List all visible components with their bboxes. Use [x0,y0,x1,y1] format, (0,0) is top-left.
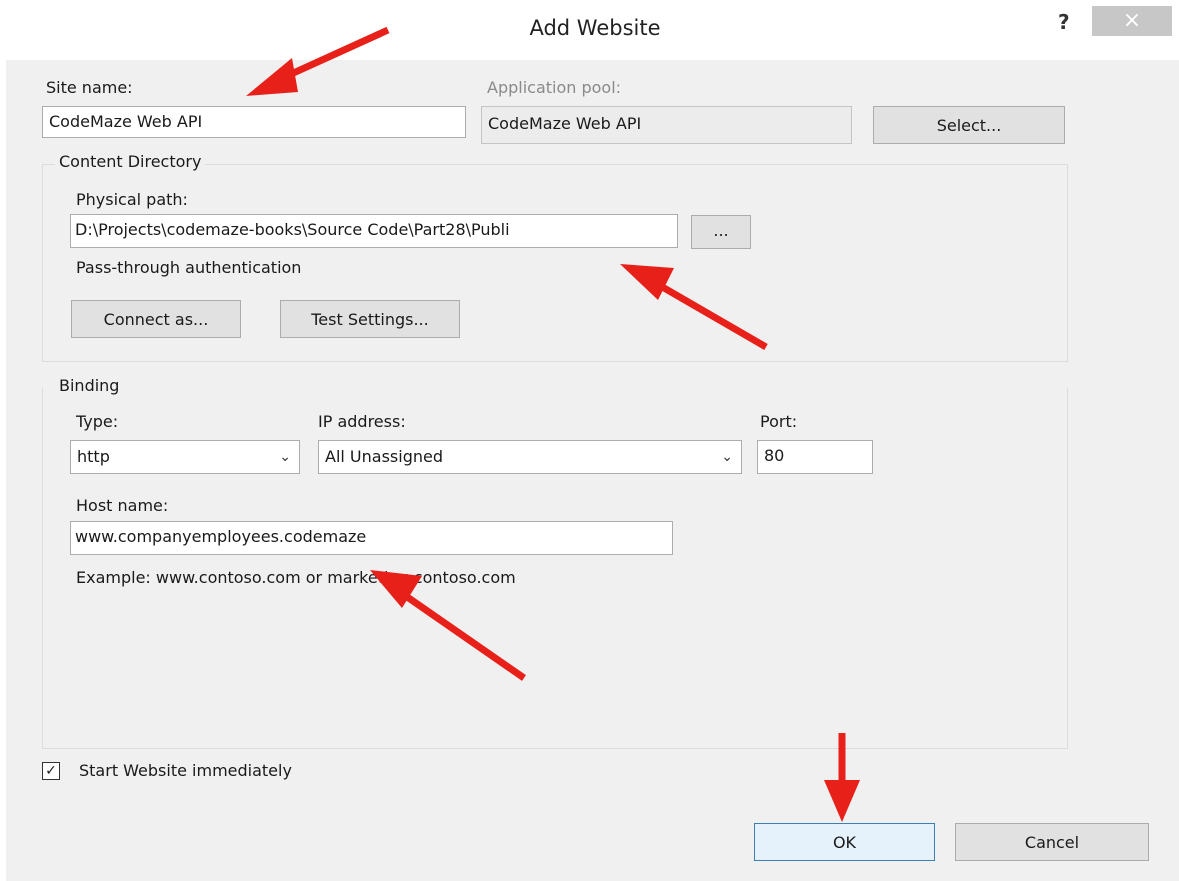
arrow-host-name-shaft [398,589,526,681]
arrow-site-name-head [246,58,298,96]
arrow-ok-head [824,780,860,822]
annotation-arrows [246,26,860,822]
arrow-physical-path-shaft [650,277,768,351]
arrow-physical-path-head [620,264,674,300]
